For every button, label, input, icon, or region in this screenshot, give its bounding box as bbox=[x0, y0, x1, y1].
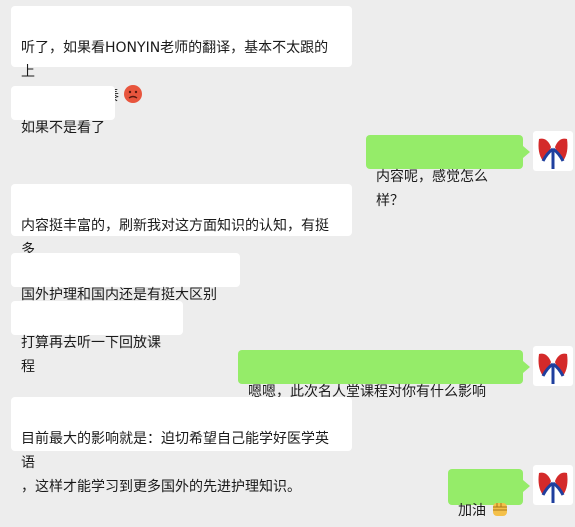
message-bubble-sent: 嗯嗯，此次名人堂课程对你有什么影响吗？ bbox=[238, 350, 523, 424]
avatar[interactable] bbox=[533, 465, 573, 505]
frowning-face-emoji-icon bbox=[123, 84, 143, 112]
message-text: 内容呢，感觉怎么样？ bbox=[376, 169, 488, 209]
message-text: 目前最大的影响就是：迫切希望自己能学好医学英语 ，这样才能学习到更多国外的先进护… bbox=[21, 431, 329, 495]
message-bubble-received: 内容挺丰富的，刷新我对这方面知识的认知，有挺多 内容以前都是没有学过的 bbox=[11, 184, 352, 282]
message-text: 加油 bbox=[458, 503, 486, 519]
avatar[interactable] bbox=[533, 131, 573, 171]
logo-icon bbox=[538, 138, 568, 169]
message-bubble-received: 听了，如果看HONYIN老师的翻译，基本不太跟的上 外教老师的节奏 bbox=[11, 6, 352, 104]
logo-icon bbox=[538, 353, 568, 384]
avatar[interactable] bbox=[533, 346, 573, 386]
bubble-tail bbox=[523, 480, 530, 492]
message-bubble-received: 国外护理和国内还是有挺大区别的 bbox=[11, 253, 240, 327]
message-text: 打算再去听一下回放课程 bbox=[21, 335, 161, 375]
message-text: 如果不是看了 bbox=[21, 120, 105, 136]
logo-icon bbox=[538, 472, 568, 503]
message-bubble-sent: 内容呢，感觉怎么样？ bbox=[366, 135, 523, 209]
message-bubble-received: 打算再去听一下回放课程 bbox=[11, 301, 183, 375]
message-bubble-received: 如果不是看了 bbox=[11, 86, 115, 136]
fist-emoji-icon bbox=[490, 499, 510, 527]
message-bubble-sent: 加油 bbox=[448, 469, 523, 519]
message-bubble-received: 目前最大的影响就是：迫切希望自己能学好医学英语 ，这样才能学习到更多国外的先进护… bbox=[11, 397, 352, 495]
bubble-tail bbox=[523, 146, 530, 158]
bubble-tail bbox=[523, 361, 530, 373]
